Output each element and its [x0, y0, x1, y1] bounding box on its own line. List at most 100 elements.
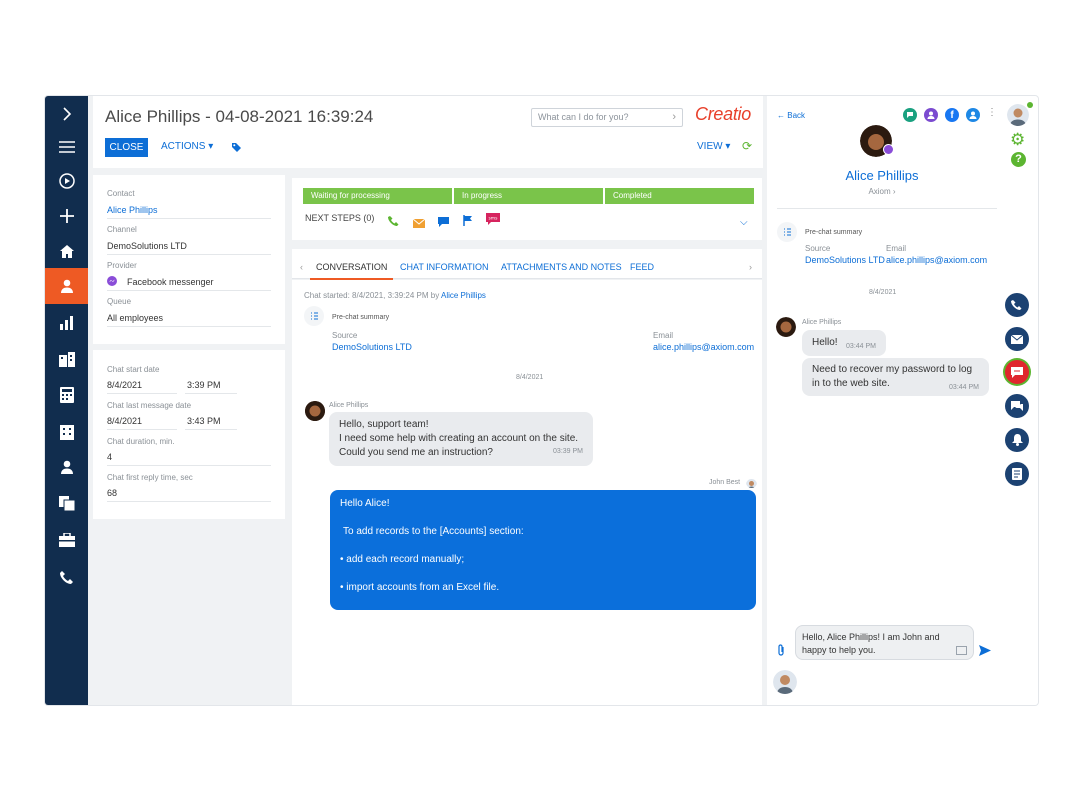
side-phone-button[interactable]	[1005, 293, 1029, 317]
collapse-chevron-icon[interactable]: ⌵	[740, 217, 748, 228]
phone-icon[interactable]	[45, 559, 88, 595]
incoming-line-3: Could you send me an instruction?	[339, 447, 493, 458]
profile-channel-icon[interactable]	[966, 108, 980, 122]
source-label: Source	[332, 331, 358, 340]
keyboard-icon[interactable]	[956, 646, 967, 655]
online-status-dot	[1027, 102, 1033, 108]
chat-icon[interactable]	[438, 214, 449, 232]
back-button[interactable]: ← Back	[777, 111, 805, 120]
sms-icon[interactable]: sms	[486, 212, 500, 230]
help-icon[interactable]: ?	[1011, 152, 1026, 167]
calculator-icon[interactable]	[45, 377, 88, 413]
facebook-icon[interactable]: f	[945, 108, 959, 122]
cases-icon[interactable]	[45, 522, 88, 558]
chat-duration-label: Chat duration, min.	[107, 437, 175, 446]
call-icon[interactable]	[388, 213, 399, 231]
building-icon[interactable]	[45, 414, 88, 450]
home-icon[interactable]	[45, 233, 88, 269]
agent-avatar[interactable]	[773, 670, 797, 694]
stage-in-progress[interactable]: In progress	[454, 188, 603, 204]
incoming-line-1: Hello, support team!	[339, 419, 429, 430]
side-notes-button[interactable]	[1005, 462, 1029, 486]
stage-waiting[interactable]: Waiting for processing	[303, 188, 452, 204]
app-window: Alice Phillips - 04-08-2021 16:39:24 CLO…	[45, 96, 1038, 705]
add-icon[interactable]	[45, 198, 88, 234]
tag-icon[interactable]	[231, 140, 242, 158]
chat-start-label: Chat start date	[107, 365, 160, 374]
rp-email-label: Email	[886, 244, 907, 253]
provider-value[interactable]: Facebook messenger	[127, 277, 214, 287]
tab-chat-information[interactable]: CHAT INFORMATION	[400, 262, 489, 272]
tabs-prev-icon[interactable]: ‹	[300, 262, 303, 272]
channel-value[interactable]: DemoSolutions LTD	[107, 241, 187, 251]
next-steps-label[interactable]: NEXT STEPS (0)	[305, 213, 374, 223]
side-notifications-button[interactable]	[1005, 428, 1029, 452]
left-nav	[45, 96, 88, 705]
close-button[interactable]: CLOSE	[105, 138, 148, 157]
contact-company[interactable]: Axiom ›	[767, 187, 997, 196]
queue-label: Queue	[107, 297, 132, 306]
refresh-icon[interactable]: ⟳	[742, 139, 752, 153]
incoming-time: 03:39 PM	[553, 448, 583, 455]
contact-channel-icon[interactable]	[924, 108, 938, 122]
outgoing-line-2: To add records to the [Accounts] section…	[343, 526, 524, 537]
tabs-next-icon[interactable]: ›	[749, 262, 752, 272]
incoming-sender: Alice Phillips	[329, 402, 369, 409]
current-user-avatar[interactable]	[1007, 104, 1029, 126]
chat-started-text: Chat started: 8/4/2021, 3:39:24 PM by	[304, 291, 440, 300]
search-input[interactable]: What can I do for you? ›	[531, 108, 683, 127]
chat-started-by[interactable]: Alice Phillips	[441, 291, 486, 300]
chart-icon[interactable]	[45, 305, 88, 341]
tab-attachments-notes[interactable]: ATTACHMENTS AND NOTES	[501, 262, 622, 272]
rp-email-value[interactable]: alice.phillips@axiom.com	[886, 255, 987, 265]
view-button[interactable]: VIEW ▾	[697, 141, 730, 152]
rp-message-2-line-1: Need to recover my password to log	[812, 364, 973, 375]
attachment-icon[interactable]	[777, 644, 786, 659]
email-icon[interactable]	[412, 215, 426, 233]
source-value[interactable]: DemoSolutions LTD	[332, 342, 412, 352]
stage-completed[interactable]: Completed	[605, 188, 754, 204]
contact-name[interactable]: Alice Phillips	[767, 168, 997, 183]
contact-value[interactable]: Alice Phillips	[107, 205, 158, 215]
pre-chat-summary-label: Pre-chat summary	[332, 314, 390, 321]
chat-start-time: 3:39 PM	[187, 380, 221, 390]
messenger-badge-icon	[883, 144, 894, 155]
rp-message-2-time: 03:44 PM	[949, 384, 979, 391]
send-icon[interactable]	[979, 643, 991, 661]
chat-channel-icon[interactable]	[903, 108, 917, 122]
conversation-panel: Chat started: 8/4/2021, 3:39:24 PM by Al…	[292, 280, 762, 705]
search-placeholder: What can I do for you?	[538, 112, 629, 122]
actions-button[interactable]: ACTIONS ▾	[161, 141, 213, 152]
tab-conversation[interactable]: CONVERSATION	[309, 262, 394, 280]
rp-source-value[interactable]: DemoSolutions LTD	[805, 255, 885, 265]
tab-feed[interactable]: FEED	[630, 262, 654, 272]
more-options-icon[interactable]: ⋮	[987, 107, 997, 118]
play-icon[interactable]	[45, 163, 88, 199]
rp-message-1-text: Hello!	[812, 337, 838, 348]
settings-gear-icon[interactable]: ⚙	[1010, 131, 1025, 148]
queue-value[interactable]: All employees	[107, 313, 163, 323]
menu-icon[interactable]	[45, 129, 88, 165]
svg-text:sms: sms	[488, 217, 498, 222]
first-reply-value: 68	[107, 488, 118, 498]
accounts-icon[interactable]	[45, 341, 88, 377]
expand-icon[interactable]	[45, 96, 88, 132]
outgoing-message-bubble: Hello Alice! To add records to the [Acco…	[330, 490, 756, 610]
person-icon[interactable]	[45, 449, 88, 485]
chat-last-time: 3:43 PM	[187, 416, 221, 426]
chat-started-info: Chat started: 8/4/2021, 3:39:24 PM by Al…	[304, 291, 486, 300]
side-messages-button[interactable]	[1005, 394, 1029, 418]
outgoing-line-4: • import accounts from an Excel file.	[340, 582, 500, 593]
stage-bar: Waiting for processing In progress Compl…	[303, 188, 756, 204]
contact-icon[interactable]	[45, 268, 88, 304]
documents-icon[interactable]	[45, 485, 88, 521]
chevron-down-icon: ▾	[208, 141, 214, 152]
flag-icon[interactable]	[463, 213, 473, 231]
rp-summary-list-icon	[777, 222, 797, 242]
email-value[interactable]: alice.phillips@axiom.com	[653, 342, 754, 352]
rp-source-label: Source	[805, 244, 831, 253]
contact-details-card: Contact Alice Phillips Channel DemoSolut…	[93, 175, 285, 344]
side-email-button[interactable]	[1005, 327, 1029, 351]
message-composer[interactable]: Hello, Alice Phillips! I am John and hap…	[795, 625, 974, 660]
side-chat-button[interactable]	[1005, 360, 1029, 384]
